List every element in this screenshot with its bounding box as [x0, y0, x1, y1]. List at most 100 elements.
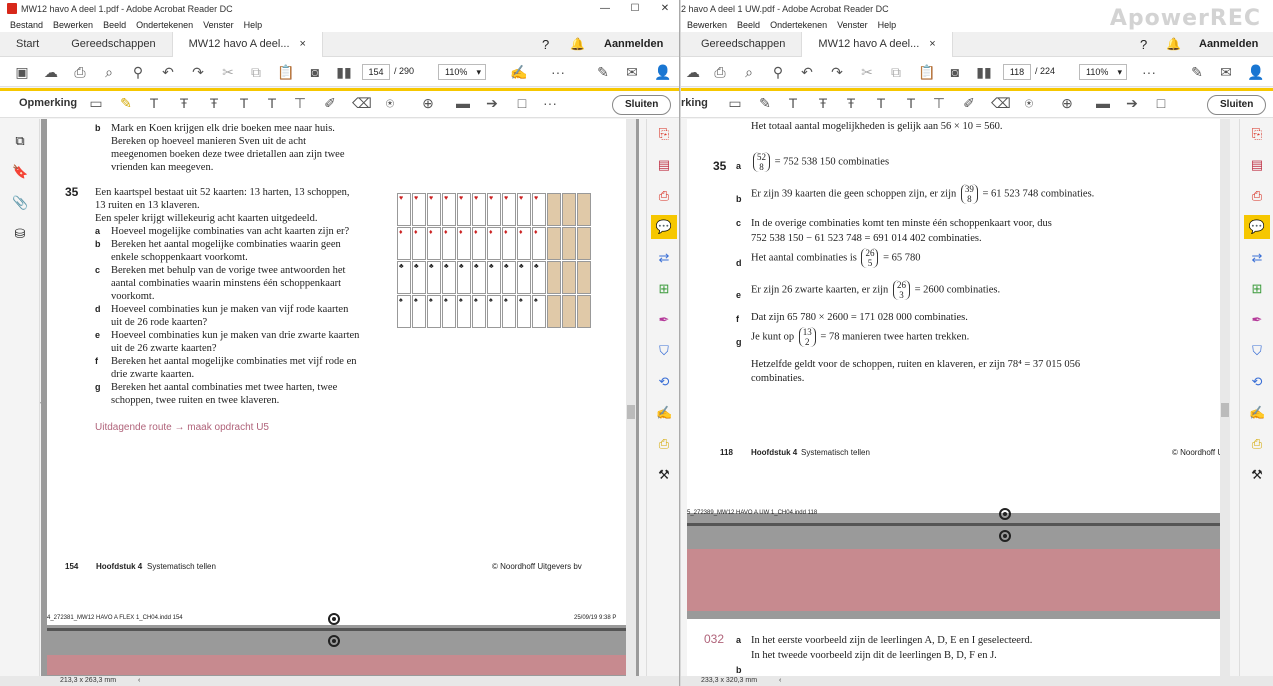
fill-sign-icon[interactable]: ✒: [656, 312, 672, 328]
edit-pdf-icon[interactable]: ⟲: [1249, 374, 1265, 390]
document-view[interactable]: b Mark en Koen krijgen elk drie boeken m…: [41, 119, 639, 676]
close-comment-button[interactable]: Sluiten: [1207, 95, 1267, 115]
combine-files-icon[interactable]: ⇄: [656, 250, 672, 266]
menu-bestand[interactable]: Bestand: [10, 20, 43, 30]
create-pdf-icon[interactable]: ⎙: [656, 188, 672, 204]
challenge-route-link[interactable]: Uitdagende route → maak opdracht U5: [95, 422, 269, 433]
scroll-left-icon[interactable]: ‹: [779, 676, 781, 686]
upload-icon[interactable]: ☁: [43, 64, 59, 80]
undo-icon[interactable]: ↶: [799, 64, 815, 80]
cut-icon[interactable]: ✂: [220, 64, 236, 80]
add-text-icon[interactable]: T: [903, 95, 919, 111]
add-user-icon[interactable]: 👤: [654, 64, 671, 80]
insert-text-icon[interactable]: T: [873, 95, 889, 111]
tab-document[interactable]: MW12 havo A deel... ×: [171, 31, 323, 57]
snapshot-icon[interactable]: ◙: [307, 64, 323, 80]
tab-close-icon[interactable]: ×: [300, 32, 306, 57]
sticky-note-icon[interactable]: ▭: [88, 95, 104, 111]
create-pdf-icon[interactable]: ⎙: [1249, 188, 1265, 204]
search-icon[interactable]: ⌕: [101, 64, 117, 80]
textbox-icon[interactable]: ⊤: [292, 95, 308, 111]
fill-sign-icon[interactable]: ✒: [1249, 312, 1265, 328]
search-icon[interactable]: ⌕: [741, 64, 757, 80]
pages-icon[interactable]: ▮▮: [336, 64, 352, 80]
more-tools-icon[interactable]: ···: [542, 95, 558, 111]
insert-text-icon[interactable]: T: [236, 95, 252, 111]
help-icon[interactable]: ?: [1140, 37, 1147, 52]
organize-pages-icon[interactable]: ▤: [656, 157, 672, 173]
protect-icon[interactable]: ⛉: [656, 343, 672, 359]
more-icon[interactable]: ···: [550, 64, 566, 80]
line-icon[interactable]: ▬: [1095, 95, 1111, 111]
layers-icon[interactable]: ⛁: [12, 226, 28, 242]
print-icon[interactable]: ⎙: [72, 64, 88, 80]
menu-venster[interactable]: Venster: [837, 20, 868, 30]
zoom-select[interactable]: 110% ▾: [438, 64, 486, 80]
document-view[interactable]: Het totaal aantal mogelijkheden is gelij…: [687, 119, 1220, 676]
maximize-icon[interactable]: ☐: [620, 0, 650, 17]
upload-icon[interactable]: ☁: [685, 64, 701, 80]
combine-files-icon[interactable]: ⇄: [1249, 250, 1265, 266]
redo-icon[interactable]: ↷: [829, 64, 845, 80]
scroll-left-icon[interactable]: ‹: [138, 676, 140, 686]
copy-icon[interactable]: ⧉: [888, 64, 904, 80]
tab-tools[interactable]: Gereedschappen: [55, 32, 171, 57]
organize-pages-icon[interactable]: ▤: [1249, 157, 1265, 173]
cut-icon[interactable]: ✂: [859, 64, 875, 80]
text-icon[interactable]: T: [785, 95, 801, 111]
replace-text-icon[interactable]: Ŧ: [843, 95, 859, 111]
customize-tools-icon[interactable]: ⚒: [656, 467, 672, 483]
paste-icon[interactable]: 📋: [918, 64, 935, 80]
undo-icon[interactable]: ↶: [160, 64, 176, 80]
redo-icon[interactable]: ↷: [190, 64, 206, 80]
pages-icon[interactable]: ▮▮: [976, 64, 992, 80]
menu-ondertekenen[interactable]: Ondertekenen: [136, 20, 193, 30]
scrollbar-thumb[interactable]: [627, 405, 635, 419]
help-icon[interactable]: ?: [542, 37, 549, 52]
attach-icon[interactable]: ⊕: [420, 95, 436, 111]
pencil-icon[interactable]: ✐: [961, 95, 977, 111]
strikethrough-icon[interactable]: Ŧ: [815, 95, 831, 111]
signin-button[interactable]: Aanmelden: [1199, 38, 1258, 50]
minimize-icon[interactable]: —: [590, 0, 620, 17]
menu-ondertekenen[interactable]: Ondertekenen: [770, 20, 827, 30]
stamp-icon[interactable]: ⍟: [382, 95, 398, 111]
rich-media-icon[interactable]: ⎙: [1249, 436, 1265, 452]
print-icon[interactable]: ⎙: [712, 64, 728, 80]
add-text-icon[interactable]: T: [264, 95, 280, 111]
rectangle-icon[interactable]: □: [1153, 95, 1169, 111]
page-number-input[interactable]: 118: [1003, 64, 1031, 80]
bell-icon[interactable]: 🔔: [1166, 37, 1181, 51]
export-pdf-icon[interactable]: ⎘: [1249, 126, 1265, 142]
find-icon[interactable]: ⚲: [130, 64, 146, 80]
menu-venster[interactable]: Venster: [203, 20, 234, 30]
sign-icon[interactable]: ✍: [510, 64, 527, 80]
comment-tool-icon[interactable]: 💬: [1244, 215, 1270, 239]
tab-tools[interactable]: Gereedschappen: [685, 32, 801, 57]
send-signature-icon[interactable]: ✍: [1249, 405, 1265, 421]
arrow-icon[interactable]: ➔: [1124, 95, 1140, 111]
close-comment-button[interactable]: Sluiten: [612, 95, 672, 115]
more-icon[interactable]: ···: [1141, 64, 1157, 80]
copy-icon[interactable]: ⧉: [248, 64, 264, 80]
find-icon[interactable]: ⚲: [770, 64, 786, 80]
menu-bewerken[interactable]: Bewerken: [53, 20, 93, 30]
export-pdf-icon[interactable]: ⎘: [656, 126, 672, 142]
mail-icon[interactable]: ✉: [1218, 64, 1234, 80]
rich-media-icon[interactable]: ⎙: [656, 436, 672, 452]
strikethrough-icon[interactable]: Ŧ: [176, 95, 192, 111]
bell-icon[interactable]: 🔔: [570, 37, 585, 51]
edit-pdf-icon[interactable]: ⟲: [656, 374, 672, 390]
close-icon[interactable]: ✕: [650, 0, 679, 17]
add-user-icon[interactable]: 👤: [1247, 64, 1264, 80]
arrow-icon[interactable]: ➔: [484, 95, 500, 111]
page-number-input[interactable]: 154: [362, 64, 390, 80]
textbox-icon[interactable]: ⊤: [931, 95, 947, 111]
paste-icon[interactable]: 📋: [277, 64, 294, 80]
save-icon[interactable]: ▣: [14, 64, 30, 80]
eraser-icon[interactable]: ⌫: [352, 95, 372, 111]
menu-help[interactable]: Help: [878, 20, 897, 30]
menu-bewerken[interactable]: Bewerken: [687, 20, 727, 30]
signin-button[interactable]: Aanmelden: [604, 38, 663, 50]
export-excel-icon[interactable]: ⊞: [1249, 281, 1265, 297]
